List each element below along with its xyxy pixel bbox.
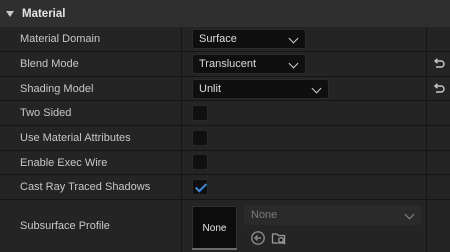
dropdown-value: Unlit [199,83,222,95]
thumbnail-asset-bar [192,248,237,250]
property-label: Blend Mode [20,58,79,70]
property-row-cast-ray-traced-shadows: Cast Ray Traced Shadows [0,175,450,200]
shading-model-dropdown[interactable]: Unlit [192,79,329,99]
subsurface-profile-dropdown[interactable]: None [244,205,422,225]
property-row-shading-model: Shading Model Unlit [0,77,450,101]
reset-to-default-icon[interactable] [432,82,446,96]
property-label: Material Domain [20,33,101,45]
dropdown-value: None [251,209,278,221]
dropdown-value: Surface [199,33,237,45]
reset-to-default-icon[interactable] [432,57,446,71]
property-row-enable-exec-wire: Enable Exec Wire [0,151,450,175]
material-section-header[interactable]: Material [0,0,450,27]
two-sided-checkbox[interactable] [192,105,208,121]
subsurface-profile-thumbnail[interactable]: None [192,206,237,250]
dropdown-value: Translucent [199,58,257,70]
enable-exec-wire-checkbox[interactable] [192,154,208,170]
use-material-attributes-checkbox[interactable] [192,130,208,146]
property-label: Cast Ray Traced Shadows [20,181,151,193]
property-label: Two Sided [20,107,72,119]
property-label: Enable Exec Wire [20,156,108,169]
collapse-arrow-icon[interactable] [6,10,14,17]
property-row-blend-mode: Blend Mode Translucent [0,52,450,77]
thumbnail-label: None [202,222,227,234]
property-row-material-domain: Material Domain Surface [0,27,450,52]
material-domain-dropdown[interactable]: Surface [192,29,306,49]
property-row-two-sided: Two Sided [0,101,450,126]
chevron-down-icon [404,209,415,220]
use-selected-asset-icon[interactable] [250,230,266,246]
details-panel: Material Material Domain Surface Blend M… [0,0,450,252]
browse-asset-icon[interactable] [271,230,287,246]
property-label: Shading Model [20,82,94,95]
cast-ray-traced-shadows-checkbox[interactable] [192,179,208,195]
section-title: Material [22,7,66,20]
property-label: Subsurface Profile [20,220,110,232]
property-label: Use Material Attributes [20,132,131,144]
property-row-use-material-attributes: Use Material Attributes [0,126,450,151]
chevron-down-icon [311,83,322,94]
chevron-down-icon [288,33,299,44]
blend-mode-dropdown[interactable]: Translucent [192,54,306,74]
chevron-down-icon [288,58,299,69]
